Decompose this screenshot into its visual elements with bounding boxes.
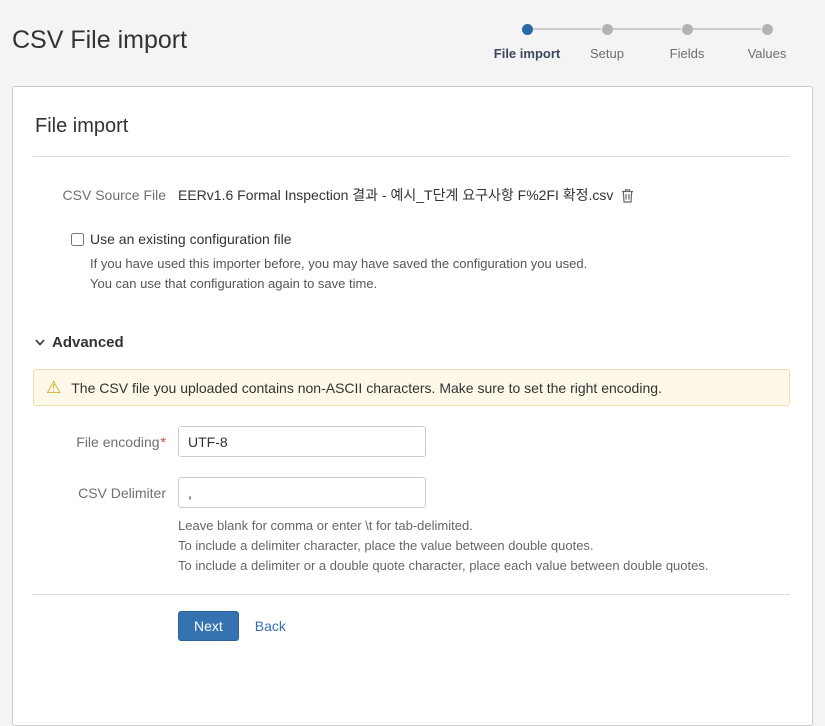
csv-source-file-label: CSV Source File — [33, 187, 166, 203]
divider — [33, 594, 790, 595]
csv-delimiter-row: CSV Delimiter — [33, 477, 790, 508]
panel-heading: File import — [35, 115, 790, 138]
existing-config-row: Use an existing configuration file — [71, 231, 790, 247]
help-line: You can use that configuration again to … — [90, 274, 790, 294]
divider — [33, 156, 790, 157]
step-dot — [602, 24, 613, 35]
csv-delimiter-input[interactable] — [178, 477, 426, 508]
existing-config-section: Use an existing configuration file If yo… — [71, 231, 790, 294]
file-encoding-label: File encoding* — [33, 434, 166, 450]
page-title: CSV File import — [12, 26, 187, 55]
file-encoding-row: File encoding* — [33, 426, 790, 457]
encoding-warning-message: ⚠ The CSV file you uploaded contains non… — [33, 369, 790, 406]
step-label: File import — [494, 46, 560, 61]
step-label: Fields — [670, 46, 705, 61]
warning-icon: ⚠ — [46, 379, 61, 396]
help-line: To include a delimiter character, place … — [178, 536, 790, 556]
warning-text: The CSV file you uploaded contains non-A… — [71, 380, 662, 396]
existing-config-checkbox[interactable] — [71, 233, 84, 246]
advanced-heading: Advanced — [52, 334, 124, 351]
step-dot — [762, 24, 773, 35]
file-import-panel: File import CSV Source File EERv1.6 Form… — [12, 86, 813, 726]
step-values: Values — [727, 18, 807, 61]
wizard-actions: Next Back — [178, 611, 790, 641]
step-setup: Setup — [567, 18, 647, 61]
csv-source-file-row: CSV Source File EERv1.6 Formal Inspectio… — [33, 185, 790, 205]
csv-source-file-value: EERv1.6 Formal Inspection 결과 - 예시_T단계 요구… — [178, 185, 613, 205]
step-fields: Fields — [647, 18, 727, 61]
csv-delimiter-help: Leave blank for comma or enter \t for ta… — [178, 516, 790, 576]
existing-config-help: If you have used this importer before, y… — [90, 254, 790, 294]
wizard-steps: File import Setup Fields Values — [487, 18, 807, 61]
step-dot-active — [522, 24, 533, 35]
next-button[interactable]: Next — [178, 611, 239, 641]
help-line: If you have used this importer before, y… — [90, 254, 790, 274]
existing-config-label: Use an existing configuration file — [90, 231, 292, 247]
trash-icon — [621, 188, 634, 203]
step-file-import: File import — [487, 18, 567, 61]
required-asterisk: * — [161, 434, 166, 450]
step-label: Setup — [590, 46, 624, 61]
advanced-toggle[interactable]: Advanced — [35, 334, 790, 351]
csv-delimiter-label: CSV Delimiter — [33, 485, 166, 501]
delete-file-button[interactable] — [621, 188, 634, 203]
step-dot — [682, 24, 693, 35]
file-encoding-input[interactable] — [178, 426, 426, 457]
chevron-down-icon — [35, 339, 45, 346]
page-header: CSV File import File import Setup Fields… — [0, 0, 825, 86]
back-link[interactable]: Back — [255, 618, 286, 634]
help-line: Leave blank for comma or enter \t for ta… — [178, 516, 790, 536]
help-line: To include a delimiter or a double quote… — [178, 556, 790, 576]
file-encoding-label-text: File encoding — [76, 434, 159, 450]
step-label: Values — [748, 46, 787, 61]
